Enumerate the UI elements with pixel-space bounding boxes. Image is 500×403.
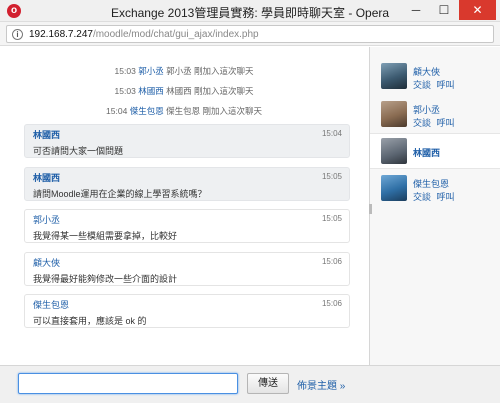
user-name[interactable]: 傑生包恩: [413, 177, 449, 190]
message-time: 15:04: [321, 129, 342, 138]
message-author[interactable]: 顧大俠: [33, 256, 341, 269]
send-button[interactable]: 傳送: [247, 373, 289, 394]
system-message-text: 林國西 剛加入這次聊天: [166, 86, 254, 96]
chat-message: 郭小丞 15:05 我覺得某一些模組需要拿掉，比較好: [24, 209, 350, 243]
system-message-time: 15:04: [106, 106, 128, 116]
chat-messages-panel: 15:03 郭小丞 郭小丞 剛加入這次聊天 15:03 林國西 林國西 剛加入這…: [0, 47, 368, 365]
message-author[interactable]: 林國西: [33, 171, 341, 184]
message-text: 可以直接套用，應該是 ok 的: [33, 316, 147, 326]
system-message: 15:03 林國西 林國西 剛加入這次聊天: [0, 85, 368, 97]
message-text: 可否請問大家一個問題: [33, 146, 124, 156]
chat-message: 顧大俠 15:06 我覺得最好能夠修改一些介面的設計: [24, 252, 350, 286]
talk-link[interactable]: 交談: [413, 118, 431, 128]
system-message-text: 傑生包恩 剛加入這次聊天: [166, 106, 262, 116]
user-name[interactable]: 顧大俠: [413, 65, 440, 78]
site-info-icon[interactable]: i: [12, 29, 23, 40]
beep-link[interactable]: 呼叫: [437, 80, 455, 90]
system-message-time: 15:03: [114, 86, 136, 96]
message-author[interactable]: 郭小丞: [33, 213, 341, 226]
system-message-user[interactable]: 林國西: [138, 86, 164, 96]
user-list-item-current: 林國西: [370, 133, 500, 169]
message-time: 15:06: [321, 257, 342, 266]
url-path: /moodle/mod/chat/gui_ajax/index.php: [92, 29, 259, 40]
theme-link[interactable]: 佈景主題 »: [297, 377, 345, 392]
message-time: 15:05: [321, 214, 342, 223]
message-input[interactable]: [18, 373, 238, 394]
chat-message: 林國西 15:04 可否請問大家一個問題: [24, 124, 350, 158]
window-titlebar: o Exchange 2013管理員實務: 學員即時聊天室 - Opera ─ …: [0, 0, 500, 22]
user-name[interactable]: 林國西: [413, 146, 440, 159]
user-list-item: 郭小丞 交談 呼叫: [370, 97, 500, 133]
beep-link[interactable]: 呼叫: [437, 118, 455, 128]
system-message-user[interactable]: 傑生包恩: [130, 106, 164, 116]
system-message: 15:04 傑生包恩 傑生包恩 剛加入這次聊天: [0, 105, 368, 117]
avatar[interactable]: [381, 138, 407, 164]
chat-message: 傑生包恩 15:06 可以直接套用，應該是 ok 的: [24, 294, 350, 328]
message-time: 15:06: [321, 299, 342, 308]
avatar[interactable]: [381, 63, 407, 89]
talk-link[interactable]: 交談: [413, 192, 431, 202]
avatar[interactable]: [381, 175, 407, 201]
message-author[interactable]: 傑生包恩: [33, 298, 341, 311]
talk-link[interactable]: 交談: [413, 80, 431, 90]
minimize-button[interactable]: ─: [403, 0, 429, 20]
user-name[interactable]: 郭小丞: [413, 103, 440, 116]
system-message-user[interactable]: 郭小丞: [138, 66, 164, 76]
system-message-text: 郭小丞 剛加入這次聊天: [166, 66, 254, 76]
chat-input-bar: 傳送 佈景主題 »: [0, 365, 500, 403]
scrollbar-handle[interactable]: [369, 204, 372, 214]
maximize-button[interactable]: ☐: [431, 0, 457, 20]
user-list-panel: 顧大俠 交談 呼叫 郭小丞 交談 呼叫 林國西 傑生包恩 交談 呼叫: [369, 47, 500, 365]
address-bar: i 192.168.7.247/moodle/mod/chat/gui_ajax…: [0, 22, 500, 46]
message-text: 我覺得某一些模組需要拿掉，比較好: [33, 231, 178, 241]
message-text: 我覺得最好能夠修改一些介面的設計: [33, 274, 178, 284]
url-field[interactable]: i 192.168.7.247/moodle/mod/chat/gui_ajax…: [6, 25, 494, 43]
beep-link[interactable]: 呼叫: [437, 192, 455, 202]
close-button[interactable]: ✕: [459, 0, 496, 20]
system-message: 15:03 郭小丞 郭小丞 剛加入這次聊天: [0, 65, 368, 77]
url-text[interactable]: 192.168.7.247/moodle/mod/chat/gui_ajax/i…: [29, 29, 259, 40]
chat-message: 林國西 15:05 請問Moodle運用在企業的線上學習系統嗎？: [24, 167, 350, 201]
user-list-item: 顧大俠 交談 呼叫: [370, 59, 500, 95]
url-host: 192.168.7.247: [29, 29, 93, 40]
message-author[interactable]: 林國西: [33, 128, 341, 141]
message-time: 15:05: [321, 172, 342, 181]
message-text: 請問Moodle運用在企業的線上學習系統嗎？: [33, 189, 207, 199]
avatar[interactable]: [381, 101, 407, 127]
user-list-item: 傑生包恩 交談 呼叫: [370, 171, 500, 207]
system-message-time: 15:03: [114, 66, 136, 76]
